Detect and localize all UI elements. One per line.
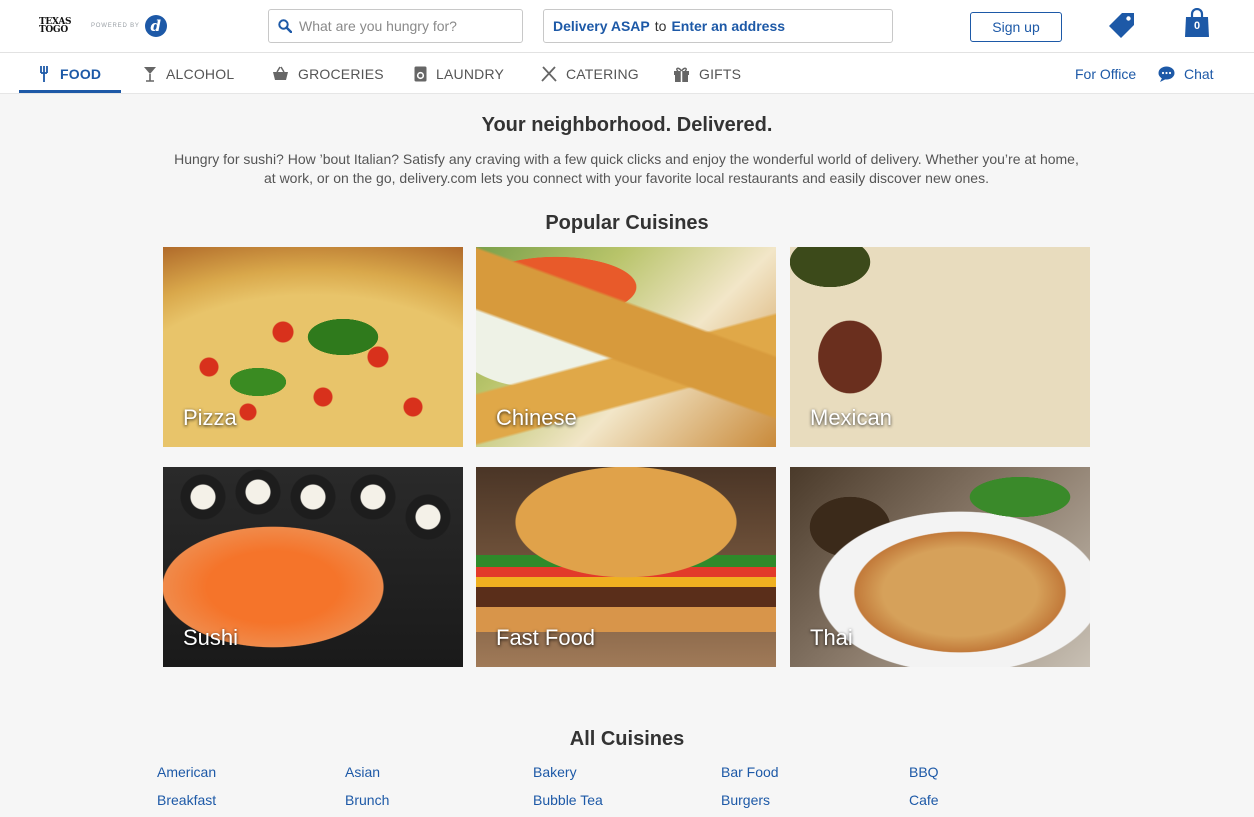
search-icon — [278, 19, 292, 33]
tab-label: CATERING — [566, 65, 639, 82]
tab-alcohol[interactable]: ALCOHOL — [143, 53, 234, 94]
cart-button[interactable]: 0 — [1184, 7, 1210, 38]
basket-icon — [273, 66, 288, 80]
cuisine-link[interactable]: BBQ — [909, 764, 939, 780]
cuisine-tile-label: Mexican — [810, 405, 892, 430]
cuisine-tile-label: Pizza — [183, 405, 237, 430]
tab-label: GROCERIES — [298, 65, 384, 82]
tab-label: LAUNDRY — [436, 65, 505, 82]
site-logo[interactable]: TEXAS TOGO POWERED BY d — [39, 14, 174, 38]
logo-wordmark: TEXAS TOGO — [39, 17, 72, 35]
cuisine-tile-sushi[interactable]: Sushi — [163, 467, 463, 667]
active-tab-indicator — [19, 90, 121, 93]
cuisine-tile-label: Sushi — [183, 625, 239, 650]
cuisine-tile-label: Thai — [810, 625, 853, 650]
for-office-link[interactable]: For Office — [1075, 53, 1136, 94]
cuisine-link[interactable]: American — [157, 764, 216, 780]
utensils-icon — [541, 65, 557, 82]
cuisine-link[interactable]: Bubble Tea — [533, 792, 603, 808]
deals-tag-icon[interactable] — [1108, 11, 1136, 39]
cuisine-tile-label: Fast Food — [496, 625, 596, 650]
cuisine-link[interactable]: Cafe — [909, 792, 939, 808]
tab-laundry[interactable]: LAUNDRY — [414, 53, 504, 94]
search-box[interactable] — [268, 9, 523, 43]
delivery-time[interactable]: Delivery ASAP — [553, 18, 650, 34]
delivery-logo-icon: d — [144, 15, 167, 37]
chat-bubble-icon — [1158, 66, 1175, 82]
cart-count: 0 — [1193, 20, 1201, 32]
all-cuisines-title: All Cuisines — [569, 728, 685, 750]
tab-food[interactable]: FOOD — [39, 53, 101, 94]
gift-icon — [674, 67, 689, 82]
hero-description: Hungry for sushi? How ’bout Italian? Sat… — [174, 151, 1079, 186]
cuisine-link[interactable]: Bakery — [533, 764, 577, 780]
hero-title: Your neighborhood. Delivered. — [481, 114, 773, 136]
category-nav: FOOD ALCOHOL GROCERIES LAUNDRY CATERING — [0, 53, 1254, 94]
sign-up-button[interactable]: Sign up — [970, 12, 1062, 42]
tab-gifts[interactable]: GIFTS — [673, 53, 741, 94]
tab-label: FOOD — [60, 65, 102, 82]
tab-label: GIFTS — [699, 65, 742, 82]
popular-cuisines-title: Popular Cuisines — [545, 212, 709, 234]
fork-icon — [40, 65, 48, 82]
cuisine-tile-pizza[interactable]: Pizza — [163, 247, 463, 447]
logo-powered-by: POWERED BY — [91, 23, 140, 29]
cuisine-link[interactable]: Brunch — [345, 792, 389, 808]
cocktail-icon — [144, 66, 156, 82]
cuisine-link[interactable]: Bar Food — [721, 764, 779, 780]
tab-groceries[interactable]: GROCERIES — [272, 53, 384, 94]
cuisine-tile-thai[interactable]: Thai — [790, 467, 1090, 667]
address-input[interactable]: Enter an address — [671, 18, 785, 34]
tab-label: ALCOHOL — [166, 65, 235, 82]
cuisine-link[interactable]: Asian — [345, 764, 380, 780]
delivery-address-field[interactable]: Delivery ASAP to Enter an address — [543, 9, 893, 43]
chat-label: Chat — [1184, 65, 1214, 82]
cuisine-tile-label: Chinese — [496, 405, 577, 430]
cuisine-tile-chinese[interactable]: Chinese — [476, 247, 776, 447]
tab-catering[interactable]: CATERING — [541, 53, 639, 94]
chat-button[interactable]: Chat — [1158, 53, 1214, 94]
cuisine-tile-fast-food[interactable]: Fast Food — [476, 467, 776, 667]
cuisine-tile-mexican[interactable]: Mexican — [790, 247, 1090, 447]
cuisine-link[interactable]: Burgers — [721, 792, 770, 808]
cuisine-link[interactable]: Breakfast — [157, 792, 216, 808]
washer-icon — [414, 66, 427, 81]
delivery-to-label: to — [654, 18, 667, 34]
header: TEXAS TOGO POWERED BY d Delivery ASAP to… — [0, 0, 1254, 53]
search-input[interactable] — [299, 18, 514, 34]
